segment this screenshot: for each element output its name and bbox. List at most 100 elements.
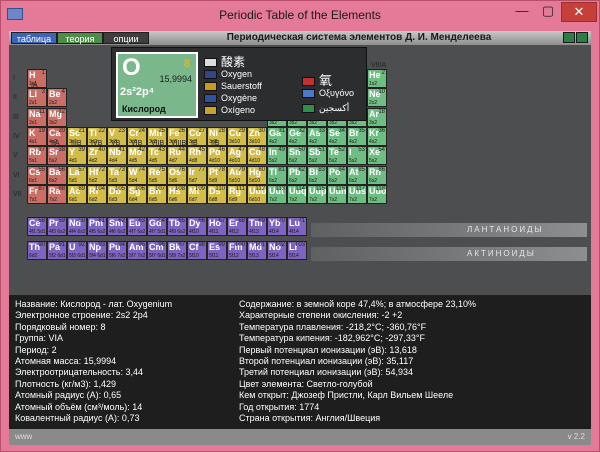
element-cell-Sb[interactable]: Sb515s2 5p3	[307, 146, 327, 166]
element-cell-Nb[interactable]: Nb414d4 5s1	[107, 146, 127, 166]
element-cell-Hs[interactable]: Hs1086d6 7s2	[167, 184, 187, 204]
element-cell-Pu[interactable]: Pu 94 5f6 7s2	[107, 241, 127, 260]
element-cell-Hf[interactable]: Hf725d2 6s2	[87, 165, 107, 185]
element-cell-Sr[interactable]: Sr 38 5s2	[47, 146, 67, 166]
element-cell-W[interactable]: W745d4 6s2	[127, 165, 147, 185]
element-cell-As[interactable]: As334s2 4p3	[307, 126, 327, 146]
element-cell-Ds[interactable]: Ds1106d8 7s2	[207, 184, 227, 204]
title-bar[interactable]: Periodic Table of the Elements — ▢ ✕	[1, 1, 599, 31]
tab-options[interactable]: опции	[103, 32, 149, 44]
element-cell-Dy[interactable]: Dy664f10 6s2	[187, 217, 207, 236]
element-cell-Rh[interactable]: Rh454d8 5s1	[187, 146, 207, 166]
element-cell-Tc[interactable]: Tc434d5 5s2	[147, 146, 167, 166]
element-cell-He[interactable]: He 2 1s2	[367, 69, 387, 88]
element-cell-Rf[interactable]: Rf1046d2 7s2	[87, 184, 107, 204]
element-cell-Bh[interactable]: Bh1076d5 7s2	[147, 184, 167, 204]
element-cell-Uuh[interactable]: Uuh1167s2 7p4	[327, 184, 347, 204]
element-cell-Hg[interactable]: Hg805d10 6s2	[247, 165, 267, 185]
element-cell-Pr[interactable]: Pr 59 4f3 6s2	[47, 217, 67, 236]
element-cell-Uut[interactable]: Uut1137s2 7p1	[267, 184, 287, 204]
element-cell-Pt[interactable]: Pt785d9 6s1	[207, 165, 227, 185]
element-cell-Cf[interactable]: Cf98 5f10 7s2	[187, 241, 207, 260]
element-cell-No[interactable]: No1025f14 7s2	[267, 241, 287, 260]
element-cell-Ra[interactable]: Ra 88 7s2	[47, 184, 67, 204]
element-cell-U[interactable]: U92 5f3 6d1 7s2	[67, 241, 87, 260]
minimize-button[interactable]: —	[509, 2, 535, 22]
element-cell-Ne[interactable]: Ne102s2 2p6	[367, 88, 387, 108]
element-cell-Nd[interactable]: Nd 60 4f4 6s2	[67, 217, 87, 236]
element-cell-Tl[interactable]: Tl816s2 6p1	[267, 165, 287, 185]
element-cell-Mo[interactable]: Mo424d5 5s1	[127, 146, 147, 166]
element-cell-Sm[interactable]: Sm 62 4f6 6s2	[107, 217, 127, 236]
element-cell-Mt[interactable]: Mt1096d7 7s2	[187, 184, 207, 204]
element-cell-Eu[interactable]: Eu 63 4f7 6s2	[127, 217, 147, 236]
element-cell-Br[interactable]: Br354s2 4p5	[347, 126, 367, 146]
element-cell-Ce[interactable]: Ce584f1 5d1 6s2	[27, 217, 47, 236]
element-cell-Au[interactable]: Au795d10 6s1	[227, 165, 247, 185]
element-cell-Np[interactable]: Np935f4 6d1 7s2	[87, 241, 107, 260]
tab-table[interactable]: таблица	[11, 32, 57, 44]
element-cell-Cs[interactable]: Cs 55 6s1	[27, 165, 47, 185]
element-cell-Es[interactable]: Es995f11 7s2	[207, 241, 227, 260]
maximize-button[interactable]: ▢	[535, 2, 561, 22]
element-cell-Os[interactable]: Os765d6 6s2	[167, 165, 187, 185]
element-cell-Zr[interactable]: Zr404d2 5s2	[87, 146, 107, 166]
element-cell-Rg[interactable]: Rg1116d9 7s2	[227, 184, 247, 204]
element-cell-Gd[interactable]: Gd644f7 5d1 6s2	[147, 217, 167, 236]
element-cell-Rb[interactable]: Rb 37 5s1	[27, 146, 47, 166]
element-cell-In[interactable]: In495s2 5p1	[267, 146, 287, 166]
element-cell-Mg[interactable]: Mg 12 3s2	[47, 107, 67, 127]
element-cell-La[interactable]: La575d1 6s2	[67, 165, 87, 185]
element-cell-Pb[interactable]: Pb826s2 6p2	[287, 165, 307, 185]
element-cell-Lu[interactable]: Lu714f14 5d1 6s2	[287, 217, 307, 236]
element-cell-Ba[interactable]: Ba 56 6s2	[47, 165, 67, 185]
element-cell-Er[interactable]: Er68 4f12 6s2	[227, 217, 247, 236]
element-cell-Fm[interactable]: Fm1005f12 7s2	[227, 241, 247, 260]
element-cell-I[interactable]: I 535s2 5p5	[347, 146, 367, 166]
element-cell-Ho[interactable]: Ho674f11 6s2	[207, 217, 227, 236]
element-cell-Uuq[interactable]: Uuq1147s2 7p2	[287, 184, 307, 204]
close-button[interactable]: ✕	[561, 2, 597, 22]
element-cell-Pa[interactable]: Pa915f2 6d1 7s2	[47, 241, 67, 260]
element-cell-Ru[interactable]: Ru444d7 5s1	[167, 146, 187, 166]
element-cell-K[interactable]: K 19 4s1	[27, 126, 47, 146]
element-cell-Ge[interactable]: Ge324s2 4p2	[287, 126, 307, 146]
element-cell-Ac[interactable]: Ac896d1 7s2	[67, 184, 87, 204]
element-cell-Li[interactable]: Li 3 2s1	[27, 88, 47, 108]
element-cell-At[interactable]: At856s2 6p5	[347, 165, 367, 185]
element-cell-Bi[interactable]: Bi836s2 6p3	[307, 165, 327, 185]
element-cell-Zn[interactable]: Zn303d10 4s2	[247, 126, 267, 146]
element-cell-Cu[interactable]: Cu293d10 4s1	[227, 126, 247, 146]
element-cell-Y[interactable]: Y394d1 5s2	[67, 146, 87, 166]
element-cell-Pd[interactable]: Pd 46 4d10	[207, 146, 227, 166]
element-cell-Am[interactable]: Am 95 5f7 7s2	[127, 241, 147, 260]
element-cell-Po[interactable]: Po846s2 6p4	[327, 165, 347, 185]
element-cell-Ar[interactable]: Ar183s2 3p6	[367, 107, 387, 127]
element-cell-Uuo[interactable]: Uuo1187s2 7p6	[367, 184, 387, 204]
element-cell-Ag[interactable]: Ag474d10 5s1	[227, 146, 247, 166]
element-cell-Uub[interactable]: Uub1126d10 7s2	[247, 184, 267, 204]
element-cell-Sg[interactable]: Sg1066d4 7s2	[127, 184, 147, 204]
element-cell-Kr[interactable]: Kr364s2 4p6	[367, 126, 387, 146]
element-cell-Th[interactable]: Th906d2 7s2	[27, 241, 47, 260]
element-cell-Se[interactable]: Se344s2 4p4	[327, 126, 347, 146]
tab-theory[interactable]: теория	[57, 32, 103, 44]
element-cell-Uus[interactable]: Uus1177s2 7p5	[347, 184, 367, 204]
element-cell-Tm[interactable]: Tm694f13 6s2	[247, 217, 267, 236]
element-cell-Rn[interactable]: Rn866s2 6p6	[367, 165, 387, 185]
element-cell-Xe[interactable]: Xe545s2 5p6	[367, 146, 387, 166]
element-cell-Fr[interactable]: Fr 87 7s1	[27, 184, 47, 204]
element-cell-Bk[interactable]: Bk 97 5f9 7s2	[167, 241, 187, 260]
element-cell-Pm[interactable]: Pm 61 4f5 6s2	[87, 217, 107, 236]
element-cell-Uup[interactable]: Uup1157s2 7p3	[307, 184, 327, 204]
element-cell-Tb[interactable]: Tb 65 4f9 6s2	[167, 217, 187, 236]
element-cell-Yb[interactable]: Yb704f14 6s2	[267, 217, 287, 236]
element-cell-Re[interactable]: Re755d5 6s2	[147, 165, 167, 185]
website-link[interactable]: www	[15, 432, 32, 441]
element-cell-Ga[interactable]: Ga314s2 4p1	[267, 126, 287, 146]
element-cell-Lr[interactable]: Lr1035f14 6d1 7s2	[287, 241, 307, 260]
element-cell-Sn[interactable]: Sn505s2 5p2	[287, 146, 307, 166]
element-cell-Na[interactable]: Na 11 3s1	[27, 107, 47, 127]
element-cell-Ta[interactable]: Ta735d3 6s2	[107, 165, 127, 185]
element-cell-Te[interactable]: Te525s2 5p4	[327, 146, 347, 166]
